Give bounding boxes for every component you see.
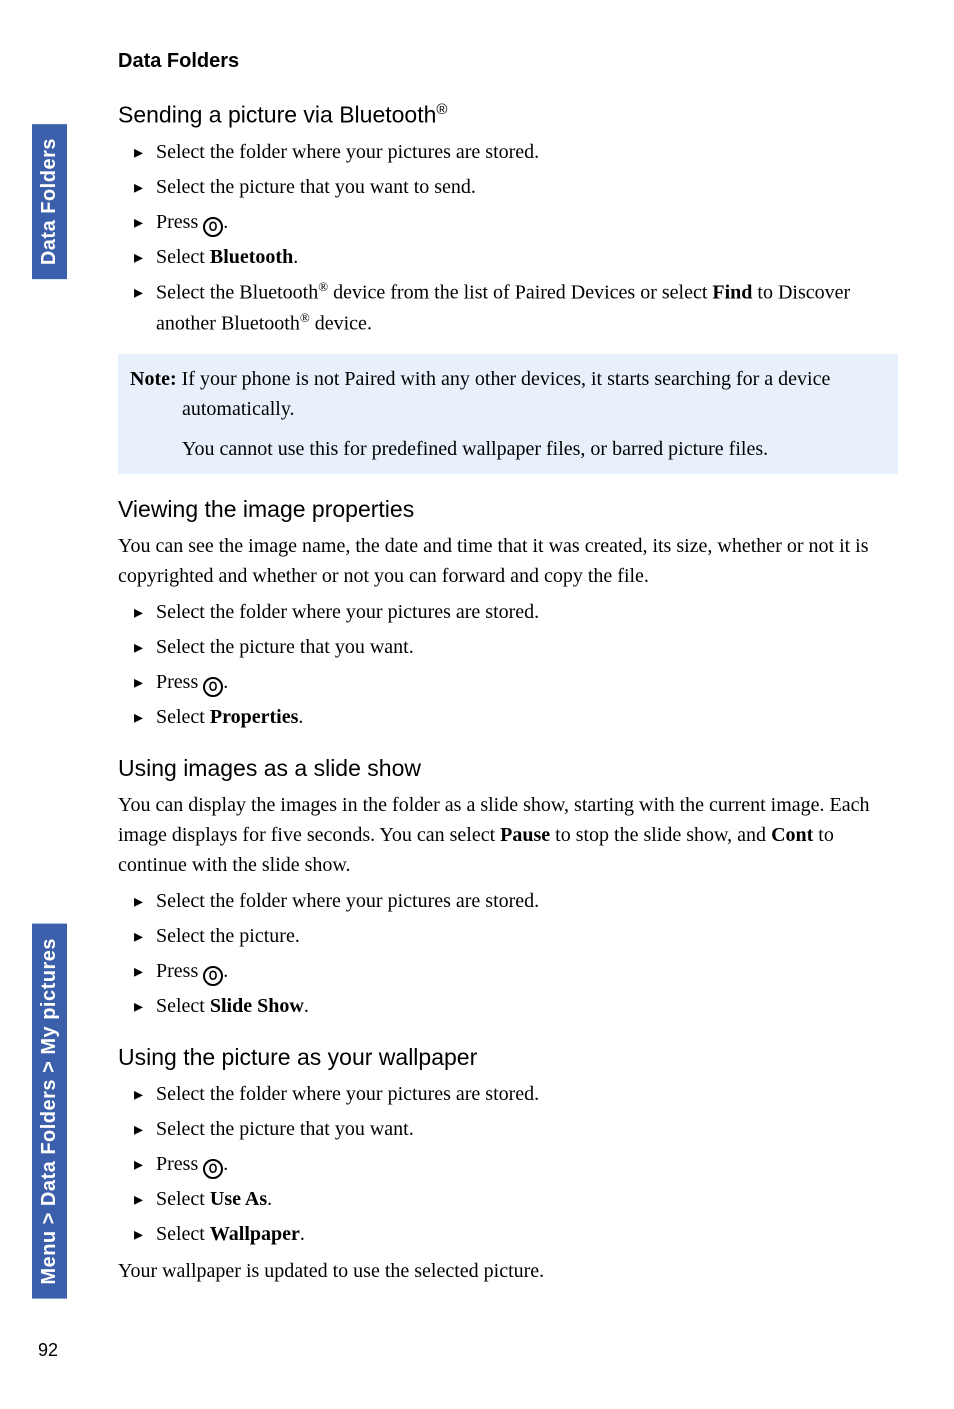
text: Select the folder where your pictures ar… (156, 601, 539, 623)
list-item: Select the folder where your pictures ar… (134, 1079, 898, 1110)
text: Press (156, 1153, 203, 1175)
text: Press (156, 211, 203, 233)
text: Select (156, 1223, 210, 1245)
text: If your phone is not Paired with any oth… (177, 368, 831, 420)
text: . (300, 1223, 305, 1245)
center-key-icon (203, 1159, 223, 1179)
registered-icon: ® (436, 101, 447, 118)
text: Select the picture. (156, 925, 300, 947)
text: Select the folder where your pictures ar… (156, 141, 539, 163)
text: Select the picture that you want. (156, 636, 414, 658)
note-line: Note: If your phone is not Paired with a… (182, 364, 886, 424)
bold: Find (712, 281, 752, 303)
registered-icon: ® (318, 279, 328, 294)
side-tab-section: Data Folders (32, 124, 67, 279)
text: . (298, 706, 303, 728)
list-item: Press . (134, 1149, 898, 1180)
bold: Properties (210, 706, 299, 728)
text: device. (310, 313, 372, 335)
list-item: Select the Bluetooth® device from the li… (134, 277, 898, 340)
text: device from the list of Paired Devices o… (328, 281, 712, 303)
bold: Bluetooth (210, 246, 293, 268)
center-key-icon (203, 966, 223, 986)
list-item: Select the picture that you want. (134, 1114, 898, 1145)
list-item: Select the folder where your pictures ar… (134, 137, 898, 168)
list-item: Select Slide Show. (134, 991, 898, 1022)
section3-intro: You can display the images in the folder… (118, 790, 898, 880)
list-item: Select the picture. (134, 921, 898, 952)
page-content: Data Folders Sending a picture via Bluet… (118, 50, 898, 1292)
section-title-properties: Viewing the image properties (118, 496, 898, 523)
text: Select the picture that you want to send… (156, 176, 476, 198)
section3-list: Select the folder where your pictures ar… (134, 886, 898, 1022)
section4-outro: Your wallpaper is updated to use the sel… (118, 1256, 898, 1286)
list-item: Select the picture that you want. (134, 632, 898, 663)
registered-icon: ® (300, 310, 310, 325)
text: . (293, 246, 298, 268)
text: Select (156, 1188, 210, 1210)
center-key-icon (203, 677, 223, 697)
text: . (223, 1153, 228, 1175)
text: Select the folder where your pictures ar… (156, 1083, 539, 1105)
text: Press (156, 960, 203, 982)
text: . (223, 671, 228, 693)
page-header: Data Folders (118, 50, 898, 73)
list-item: Select Bluetooth. (134, 242, 898, 273)
text: . (267, 1188, 272, 1210)
bold: Slide Show (210, 995, 304, 1017)
text: . (223, 960, 228, 982)
section1-title-pre: Sending a picture via Bluetooth (118, 102, 436, 128)
list-item: Select the folder where your pictures ar… (134, 597, 898, 628)
list-item: Select Use As. (134, 1184, 898, 1215)
bold: Cont (771, 824, 813, 846)
section1-list: Select the folder where your pictures ar… (134, 137, 898, 340)
section-title-wallpaper: Using the picture as your wallpaper (118, 1044, 898, 1071)
section2-intro: You can see the image name, the date and… (118, 531, 898, 591)
text: Select the picture that you want. (156, 1118, 414, 1140)
text: Select the Bluetooth (156, 281, 318, 303)
list-item: Select Wallpaper. (134, 1219, 898, 1250)
note-box: Note: If your phone is not Paired with a… (118, 354, 898, 474)
text: . (223, 211, 228, 233)
list-item: Press . (134, 207, 898, 238)
text: Press (156, 671, 203, 693)
bold: Use As (210, 1188, 267, 1210)
note-label: Note: (130, 368, 177, 390)
text: Select (156, 995, 210, 1017)
list-item: Select Properties. (134, 702, 898, 733)
bold: Pause (500, 824, 550, 846)
list-item: Select the picture that you want to send… (134, 172, 898, 203)
section2-list: Select the folder where your pictures ar… (134, 597, 898, 733)
list-item: Select the folder where your pictures ar… (134, 886, 898, 917)
text: Select (156, 246, 210, 268)
text: Select (156, 706, 210, 728)
side-tab-breadcrumb: Menu > Data Folders > My pictures (32, 924, 67, 1299)
text: Select the folder where your pictures ar… (156, 890, 539, 912)
bold: Wallpaper (210, 1223, 300, 1245)
text: to stop the slide show, and (550, 824, 771, 846)
section4-list: Select the folder where your pictures ar… (134, 1079, 898, 1250)
center-key-icon (203, 217, 223, 237)
list-item: Press . (134, 667, 898, 698)
page-number: 92 (38, 1340, 58, 1361)
list-item: Press . (134, 956, 898, 987)
section-title-slideshow: Using images as a slide show (118, 755, 898, 782)
section-title-bluetooth: Sending a picture via Bluetooth® (118, 101, 898, 129)
note-line: You cannot use this for predefined wallp… (182, 434, 886, 464)
text: . (304, 995, 309, 1017)
